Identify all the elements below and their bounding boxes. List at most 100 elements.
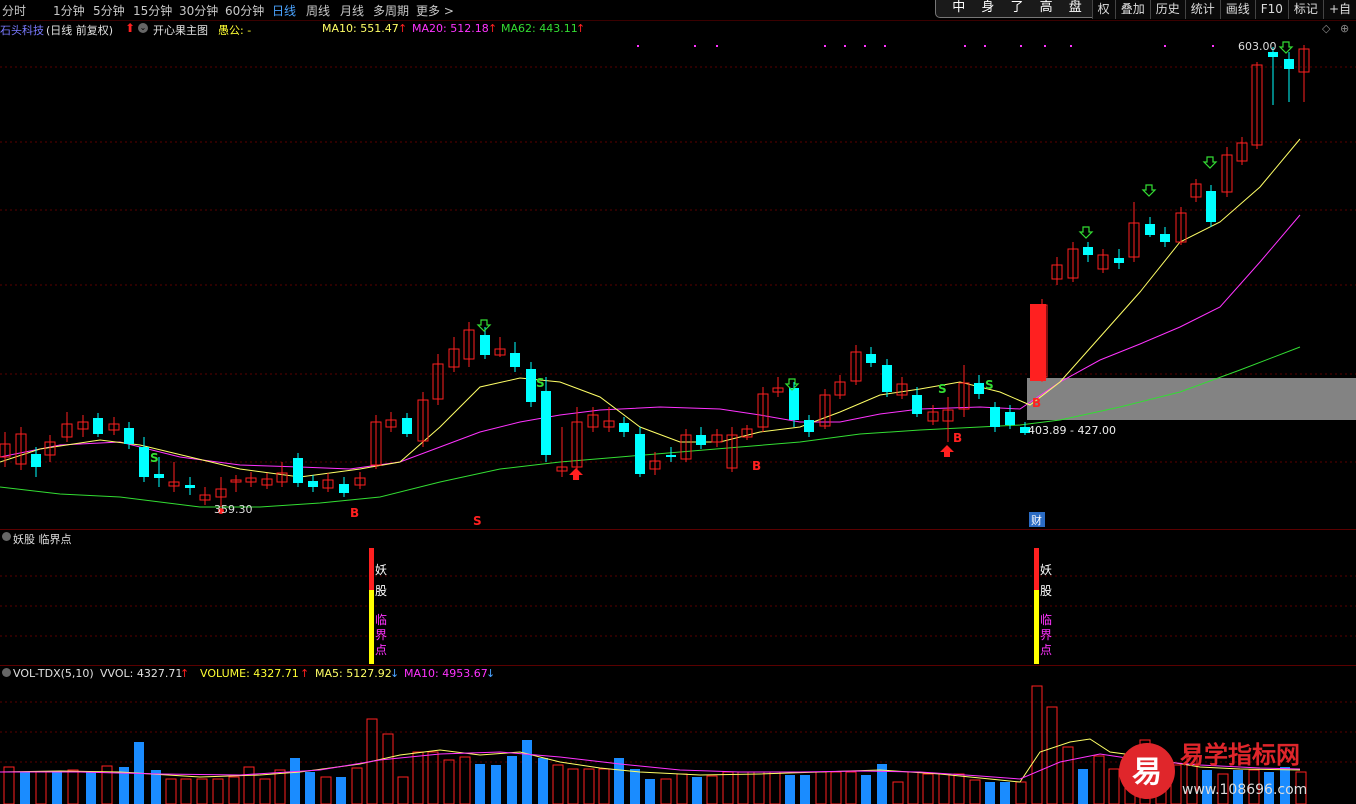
site-watermark: 易 易学指标网 www.108696.com (1119, 741, 1307, 799)
stats-button[interactable]: 统计 (1184, 0, 1220, 19)
indicator-extra: 愚公: - (218, 24, 252, 37)
floating-panel[interactable]: 中 身 了 高 盘 (935, 0, 1105, 18)
ma10-arrow-icon: ↑ (398, 22, 408, 35)
overlay-button[interactable]: 叠加 (1114, 0, 1150, 19)
dropdown-icon[interactable]: ⌄ (138, 23, 148, 33)
vol-ma5-arrow-icon: ↓ (390, 667, 400, 680)
volume-bar (614, 758, 624, 804)
draw-button[interactable]: 画线 (1219, 0, 1255, 19)
volume-bar (769, 771, 781, 804)
ma62-value: MA62: 443.11 (501, 22, 578, 35)
candle-body (789, 388, 799, 420)
b-signal: B (350, 506, 359, 520)
volume-bar (228, 776, 240, 804)
volume-bar (305, 772, 315, 804)
volume-bar (1078, 769, 1088, 804)
candle-body (635, 434, 645, 474)
volume-arrow-icon: ↑ (300, 667, 310, 680)
volume-bar (52, 772, 62, 804)
volume-bar (583, 768, 595, 804)
dropdown-icon[interactable] (2, 668, 11, 677)
label-dian-2: 点 (1040, 643, 1052, 657)
period-tab-daily[interactable]: 日线 (272, 2, 296, 19)
period-toolbar: 分时 1分钟 5分钟 15分钟 30分钟 60分钟 日线 周线 月线 多周期 更… (0, 0, 1356, 21)
f10-button[interactable]: F10 (1254, 0, 1288, 19)
volume-bar (459, 756, 471, 804)
vol-ma10-value: MA10: 4953.67 (404, 667, 488, 680)
volume-bar (20, 772, 30, 804)
watermark-logo-char: 易 (1132, 755, 1162, 790)
indicator-name[interactable]: 开心果主图 (153, 22, 208, 38)
label-jie-2: 界 (1040, 628, 1052, 642)
vvol-value: VVOL: 4327.71 (100, 667, 183, 680)
signal-dot (694, 45, 696, 47)
period-tab-monthly[interactable]: 月线 (340, 2, 364, 19)
sub-indicator-title[interactable]: 妖股 临界点 (13, 531, 72, 547)
volume-bar (507, 756, 517, 804)
volume-bar (397, 776, 409, 804)
period-tab-more[interactable]: 更多 > (416, 2, 454, 19)
candle-body (541, 391, 551, 455)
candle-body (1160, 234, 1170, 242)
volume-bar (861, 775, 871, 804)
period-tab-60min[interactable]: 60分钟 (225, 2, 264, 19)
volume-bar (969, 779, 981, 804)
signal-dot (1212, 45, 1214, 47)
volume-bar (427, 751, 439, 804)
candle-body (185, 485, 195, 488)
signal-dot (637, 45, 639, 47)
period-tab-5min[interactable]: 5分钟 (93, 2, 125, 19)
candle-body (480, 335, 490, 355)
volume-bar (320, 776, 332, 804)
stock-name[interactable]: 石头科技 (0, 22, 44, 38)
period-tab-minute[interactable]: 分时 (2, 2, 26, 19)
history-button[interactable]: 历史 (1149, 0, 1185, 19)
candle-body (1114, 258, 1124, 263)
candle-body (154, 474, 164, 478)
custom-button[interactable]: +自 (1322, 0, 1356, 19)
signal-dot (844, 45, 846, 47)
candle-body (882, 365, 892, 392)
volume-bar (830, 771, 842, 804)
rights-button[interactable]: 权 (1091, 0, 1115, 19)
candlestick-chart[interactable]: SS S SBBBBS 603.00 359.30 403.89 - 427.00 … (0, 37, 1356, 532)
period-tab-weekly[interactable]: 周线 (306, 2, 330, 19)
volume-indicator-name[interactable]: VOL-TDX(5,10) (13, 667, 94, 680)
volume-bar (1015, 781, 1027, 804)
period-tab-15min[interactable]: 15分钟 (133, 2, 172, 19)
demon-stock-bar-red (369, 548, 374, 590)
main-indicator-header: 石头科技 (日线 前复权) ⬆ ⌄ 开心果主图 愚公: - MA10: 551.… (0, 21, 1356, 37)
volume-bar (336, 777, 346, 804)
volume-bar (1046, 706, 1058, 804)
zoom-icon[interactable]: ⊕ (1340, 22, 1349, 35)
candle-body (124, 428, 134, 444)
candle-body (339, 484, 349, 493)
label-lin-1: 临 (375, 613, 387, 627)
volume-bar (165, 778, 177, 804)
vol-ma5-value: MA5: 5127.92 (315, 667, 392, 680)
sell-arrow-icon (476, 319, 492, 332)
s-signal: S (536, 376, 545, 390)
diamond-icon[interactable]: ◇ (1322, 22, 1330, 35)
sell-arrow-icon (1078, 226, 1094, 239)
label-yao-2: 妖 (1040, 563, 1052, 577)
label-jie-1: 界 (375, 628, 387, 642)
period-tab-1min[interactable]: 1分钟 (53, 2, 85, 19)
candle-body (526, 369, 536, 402)
period-tab-multi[interactable]: 多周期 (373, 2, 409, 19)
label-gu-2: 股 (1040, 584, 1052, 598)
right-toolbar: 权 叠加 历史 统计 画线 F10 标记 +自 (1091, 0, 1356, 20)
dropdown-icon[interactable] (2, 532, 11, 541)
support-zone (1027, 378, 1356, 420)
candle-body (402, 418, 412, 434)
candle-body (666, 455, 676, 457)
mark-button[interactable]: 标记 (1287, 0, 1323, 19)
volume-bar (86, 772, 96, 804)
volume-bar (443, 759, 455, 804)
volume-value: VOLUME: 4327.71 (200, 667, 299, 680)
period-tab-30min[interactable]: 30分钟 (179, 2, 218, 19)
volume-bar (538, 758, 548, 804)
label-lin-2: 临 (1040, 613, 1052, 627)
candle-body (696, 435, 706, 445)
volume-bar (491, 765, 501, 804)
